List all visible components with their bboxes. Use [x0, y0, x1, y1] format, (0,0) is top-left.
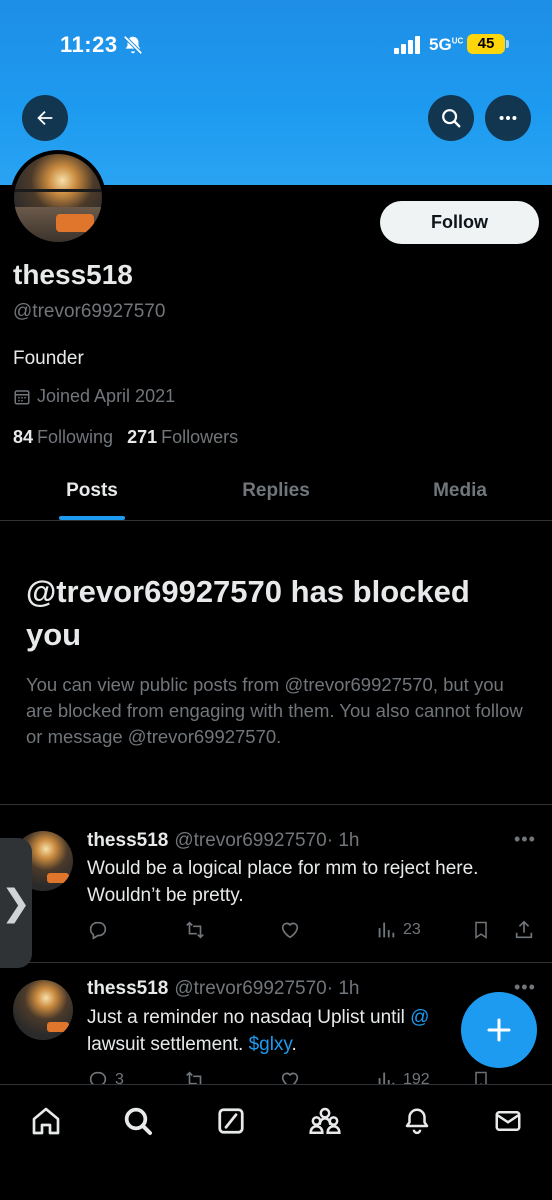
- profile-bio: Founder: [13, 348, 84, 369]
- post-avatar[interactable]: [13, 980, 73, 1040]
- status-bar: 11:23 5GUC 45: [0, 0, 552, 90]
- like-button[interactable]: [279, 919, 301, 941]
- nav-notifications[interactable]: [397, 1101, 437, 1141]
- nav-home[interactable]: [26, 1101, 66, 1141]
- nav-grok[interactable]: [211, 1101, 251, 1141]
- followers-link[interactable]: 271 Followers: [127, 427, 238, 448]
- post-author-handle: @trevor69927570: [174, 830, 327, 851]
- battery-indicator: 45: [467, 34, 505, 54]
- battery-tip: [506, 40, 509, 48]
- reply-icon: [89, 921, 107, 940]
- heart-icon: [281, 922, 299, 939]
- post-header: thess518 @trevor69927570· 1h: [87, 978, 359, 1000]
- views-icon: [378, 922, 395, 938]
- tab-media[interactable]: Media: [368, 467, 552, 520]
- home-icon: [32, 1107, 60, 1135]
- views-button[interactable]: 23: [375, 919, 421, 941]
- share-icon: [515, 920, 533, 939]
- profile-avatar[interactable]: [10, 150, 106, 246]
- post-author-name[interactable]: thess518: [87, 830, 168, 851]
- mention-link[interactable]: @: [410, 1007, 429, 1028]
- nav-communities[interactable]: [305, 1101, 345, 1141]
- cashtag-link[interactable]: $glxy: [249, 1034, 292, 1055]
- more-icon: [499, 115, 517, 121]
- status-time: 11:23: [60, 32, 118, 57]
- post-more-icon[interactable]: •••: [514, 977, 536, 998]
- joined-date: Joined April 2021: [13, 386, 175, 407]
- search-icon: [442, 109, 461, 128]
- blocked-description: You can view public posts from @trevor69…: [26, 674, 523, 747]
- share-button[interactable]: [513, 919, 535, 941]
- compose-button[interactable]: [461, 992, 537, 1068]
- joined-text: Joined April 2021: [37, 386, 176, 406]
- bell-off-icon: [123, 35, 143, 55]
- profile-tabs: Posts Replies Media: [0, 467, 552, 521]
- following-link[interactable]: 84 Following: [13, 427, 113, 448]
- views-count: 23: [403, 921, 421, 938]
- display-name: thess518: [13, 259, 133, 290]
- chevron-right-icon: ❯: [0, 882, 32, 923]
- repost-icon: [186, 921, 204, 939]
- post-actions: 23: [87, 919, 537, 945]
- post-header: thess518 @trevor69927570· 1h: [87, 830, 359, 852]
- tab-replies[interactable]: Replies: [184, 467, 368, 520]
- profile-handle: @trevor69927570: [13, 301, 166, 322]
- post-more-icon[interactable]: •••: [514, 829, 536, 850]
- blocked-title: @trevor69927570 has blocked you: [26, 574, 470, 652]
- network-type: 5GUC: [429, 35, 464, 54]
- bottom-navigation: [0, 1084, 552, 1200]
- search-button[interactable]: [428, 95, 474, 141]
- bookmark-icon: [475, 921, 487, 939]
- more-options-button[interactable]: [485, 95, 531, 141]
- nav-explore[interactable]: [118, 1101, 158, 1141]
- divider: [0, 962, 552, 963]
- divider: [0, 804, 552, 805]
- calendar-icon: [14, 389, 30, 404]
- follow-stats: 84 Following 271 Followers: [13, 427, 238, 448]
- post-text: Would be a logical place for mm to rejec…: [87, 858, 479, 906]
- grok-icon: [218, 1108, 244, 1134]
- communities-icon: [309, 1107, 341, 1135]
- post-time: · 1h: [326, 978, 360, 999]
- back-arrow-icon: [37, 110, 53, 126]
- repost-button[interactable]: [183, 919, 207, 941]
- search-icon: [124, 1107, 152, 1135]
- post-time: · 1h: [326, 830, 360, 851]
- bell-icon: [405, 1108, 429, 1135]
- tab-posts[interactable]: Posts: [0, 467, 184, 520]
- post-author-name[interactable]: thess518: [87, 978, 168, 999]
- side-drawer-handle[interactable]: ❯: [0, 838, 32, 968]
- reply-button[interactable]: [87, 919, 109, 941]
- bookmark-button[interactable]: [471, 919, 491, 941]
- plus-icon: [487, 1018, 511, 1042]
- follow-button[interactable]: Follow: [380, 201, 539, 244]
- mail-icon: [495, 1111, 521, 1131]
- post-author-handle: @trevor69927570: [174, 978, 327, 999]
- back-button[interactable]: [22, 95, 68, 141]
- signal-icon: [394, 36, 420, 54]
- nav-messages[interactable]: [488, 1101, 528, 1141]
